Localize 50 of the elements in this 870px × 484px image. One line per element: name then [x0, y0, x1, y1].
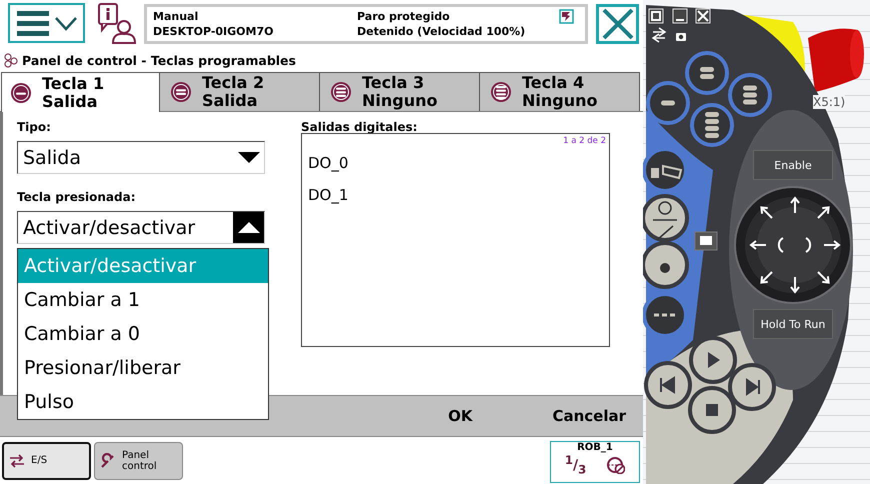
speed-fraction: $^{1}$/$_{3}$: [564, 452, 586, 476]
background-text: X5:1): [813, 95, 846, 109]
mode-text: Manual: [153, 10, 200, 23]
camera-icon[interactable]: [676, 33, 686, 41]
hold-to-run-button[interactable]: Hold To Run: [753, 309, 833, 339]
tab[interactable]: Tecla 1 Salida: [1, 72, 160, 112]
minimize-icon[interactable]: [670, 6, 690, 26]
status-icon[interactable]: [559, 9, 574, 24]
close-icon: [600, 7, 634, 41]
key-icon: [330, 81, 352, 103]
list-item[interactable]: DO_0: [308, 154, 609, 173]
caret-down-icon: [238, 152, 260, 163]
device-icon[interactable]: [694, 232, 718, 250]
field-label: Tecla presionada:: [17, 190, 137, 206]
field-label: Tipo:: [17, 120, 52, 136]
motion-mode-button[interactable]: [643, 194, 689, 242]
page-title: Panel de control - Teclas programables: [22, 52, 296, 68]
hamburger-icon: [16, 10, 48, 36]
info-user-icon[interactable]: [98, 3, 136, 45]
key-icon: [170, 81, 192, 103]
list-item[interactable]: DO_1: [308, 186, 609, 205]
axis-group-button[interactable]: [643, 241, 689, 289]
key-icon: [10, 82, 32, 104]
close-button[interactable]: [596, 4, 639, 44]
type-dropdown[interactable]: Salida: [17, 141, 265, 174]
safety-text: Paro protegido: [357, 10, 451, 23]
taskbar-button[interactable]: Panel control: [94, 442, 183, 480]
joystick-drawing[interactable]: [734, 186, 852, 304]
controller-text: DESKTOP-0IGOM7O: [153, 25, 274, 38]
transfer-arrows-icon: [9, 452, 25, 468]
ok-button[interactable]: OK: [433, 397, 488, 435]
enable-button[interactable]: Enable: [753, 150, 833, 180]
close-icon[interactable]: [693, 6, 713, 26]
tab[interactable]: Tecla 2 Salida: [159, 72, 320, 111]
key-icon: [490, 81, 512, 103]
robot-status-panel[interactable]: ROB_1 $^{1}$/$_{3}$: [550, 440, 640, 482]
tab[interactable]: Tecla 3 Ninguno: [319, 72, 480, 111]
tab[interactable]: Tecla 4 Ninguno: [479, 72, 640, 111]
control-panel-icon: [3, 52, 18, 68]
key-action-dropdown[interactable]: Activar/desactivar: [17, 211, 265, 244]
robot-stopped-icon: [606, 454, 626, 474]
robot-name: ROB_1: [577, 442, 613, 452]
restore-icon[interactable]: [646, 6, 666, 26]
taskbar-button[interactable]: E/S: [2, 442, 91, 480]
state-text: Detenido (Velocidad 100%): [357, 25, 526, 38]
item-count: 1 a 2 de 2: [563, 136, 606, 146]
swap-arrows-icon[interactable]: [652, 27, 666, 43]
menu-button[interactable]: [8, 3, 85, 43]
cancel-button[interactable]: Cancelar: [537, 397, 641, 435]
caret-up-icon: [238, 222, 260, 233]
